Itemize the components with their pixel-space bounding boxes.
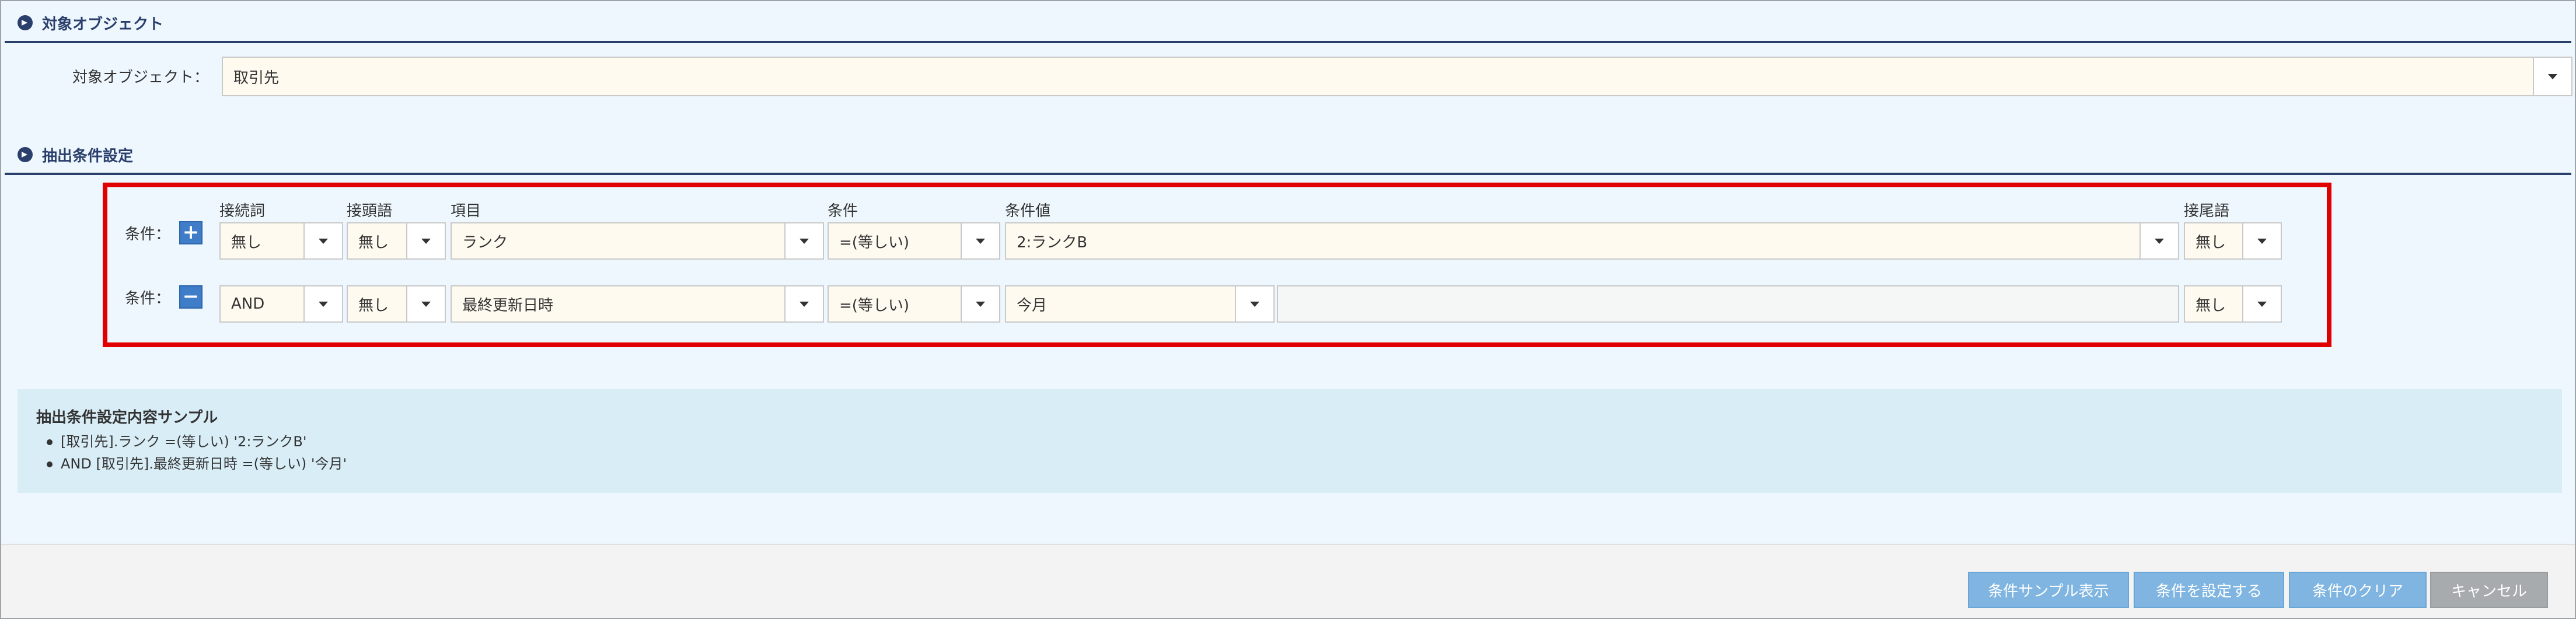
value-extra-input[interactable] — [1277, 285, 2179, 323]
prefix-value: 無し — [358, 296, 389, 314]
connector-select[interactable]: AND — [219, 285, 343, 323]
caret-down-icon[interactable] — [961, 286, 999, 321]
target-object-value: 取引先 — [233, 69, 280, 87]
connector-select[interactable]: 無し — [219, 222, 343, 260]
condition-select[interactable]: =(等しい) — [828, 285, 1000, 323]
condition-value: =(等しい) — [839, 233, 910, 251]
caret-down-icon[interactable] — [2139, 223, 2178, 258]
suffix-value: 無し — [2195, 296, 2226, 314]
connector-value: 無し — [231, 233, 262, 251]
caret-down-icon[interactable] — [2242, 223, 2281, 258]
prefix-select[interactable]: 無し — [347, 222, 446, 260]
caret-down-icon[interactable] — [961, 223, 999, 258]
header-prefix: 接頭語 — [347, 202, 393, 220]
caret-down-icon[interactable] — [303, 223, 342, 258]
show-sample-button[interactable]: 条件サンプル表示 — [1968, 572, 2129, 608]
condition-select[interactable]: =(等しい) — [828, 222, 1000, 260]
plus-icon[interactable]: + — [179, 221, 203, 244]
value-text: 2:ランクB — [1017, 233, 1088, 251]
value-select[interactable]: 今月 — [1005, 285, 1275, 323]
chevron-right-circle-icon — [18, 15, 33, 30]
sample-line: [取引先].ランク =(等しい) '2:ランクB' — [47, 430, 306, 450]
prefix-value: 無し — [358, 233, 389, 251]
chevron-right-circle-icon — [18, 147, 33, 162]
item-select[interactable]: ランク — [451, 222, 824, 260]
header-connector: 接続詞 — [219, 202, 266, 220]
header-condition: 条件 — [828, 202, 858, 220]
sample-title: 抽出条件設定内容サンプル — [36, 409, 218, 426]
suffix-select[interactable]: 無し — [2184, 285, 2282, 323]
caret-down-icon[interactable] — [784, 223, 823, 258]
caret-down-icon[interactable] — [406, 286, 445, 321]
prefix-select[interactable]: 無し — [347, 285, 446, 323]
header-item: 項目 — [451, 202, 481, 220]
section-title: 対象オブジェクト — [42, 15, 164, 33]
caret-down-icon[interactable] — [406, 223, 445, 258]
row-label: 条件： — [125, 226, 171, 243]
section-title: 抽出条件設定 — [42, 147, 134, 165]
item-select[interactable]: 最終更新日時 — [451, 285, 824, 323]
set-condition-button[interactable]: 条件を設定する — [2134, 572, 2284, 608]
item-value: ランク — [462, 233, 508, 251]
condition-sample-panel: 抽出条件設定内容サンプル [取引先].ランク =(等しい) '2:ランクB' A… — [18, 389, 2562, 493]
header-suffix: 接尾語 — [2184, 202, 2230, 220]
value-text: 今月 — [1017, 296, 1048, 314]
connector-value: AND — [231, 295, 265, 313]
section-header-target-object: 対象オブジェクト — [5, 5, 2571, 43]
caret-down-icon[interactable] — [1235, 286, 1273, 321]
section-header-conditions: 抽出条件設定 — [5, 137, 2571, 175]
suffix-value: 無し — [2195, 233, 2226, 251]
sample-line: AND [取引先].最終更新日時 =(等しい) '今月' — [47, 452, 347, 473]
header-value: 条件値 — [1005, 202, 1051, 220]
caret-down-icon[interactable] — [303, 286, 342, 321]
caret-down-icon[interactable] — [2533, 58, 2571, 95]
target-object-label: 対象オブジェクト： — [72, 69, 210, 86]
minus-icon[interactable]: − — [179, 285, 203, 309]
target-object-select[interactable]: 取引先 — [222, 57, 2572, 96]
caret-down-icon[interactable] — [2242, 286, 2281, 321]
caret-down-icon[interactable] — [784, 286, 823, 321]
condition-value: =(等しい) — [839, 296, 910, 314]
value-select[interactable]: 2:ランクB — [1005, 222, 2179, 260]
cancel-button[interactable]: キャンセル — [2430, 572, 2548, 608]
row-label: 条件： — [125, 290, 171, 307]
item-value: 最終更新日時 — [462, 296, 554, 314]
clear-condition-button[interactable]: 条件のクリア — [2289, 572, 2427, 608]
suffix-select[interactable]: 無し — [2184, 222, 2282, 260]
